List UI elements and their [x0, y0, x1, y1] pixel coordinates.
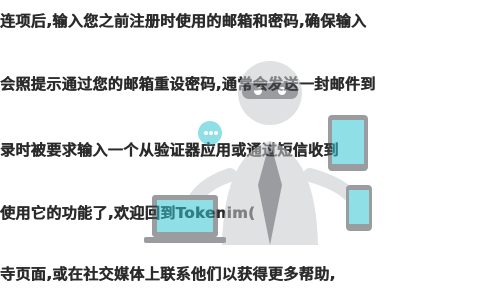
tablet-icon — [328, 115, 368, 171]
text-line-1: 连项后,输入您之前注册时使用的邮箱和密码,确保输入 — [0, 12, 367, 30]
thief-body-icon — [222, 141, 318, 245]
hacker-illustration — [144, 61, 372, 245]
thief-head-icon — [238, 61, 302, 125]
smartphone-icon — [346, 185, 372, 231]
text-line-5: 寺页面,或在社交媒体上联系他们以获得更多帮助, — [0, 265, 336, 283]
chat-bubble-icon — [198, 121, 222, 145]
laptop-icon — [144, 195, 226, 243]
